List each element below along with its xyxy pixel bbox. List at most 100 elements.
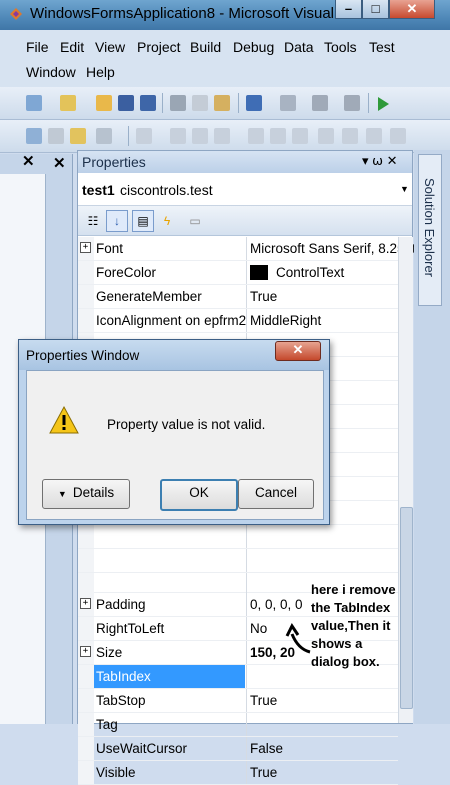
open-file-icon[interactable] bbox=[96, 95, 112, 111]
property-value[interactable]: 0, 0, 0, 0 bbox=[250, 597, 303, 612]
color-value-text: ControlText bbox=[276, 265, 345, 280]
property-value[interactable]: Microsoft Sans Serif, 8.25pt bbox=[250, 241, 416, 256]
lock-controls-icon[interactable] bbox=[390, 128, 406, 144]
horizontal-spacing-icon[interactable] bbox=[170, 128, 186, 144]
property-value[interactable]: True bbox=[250, 289, 277, 304]
menu-tools[interactable]: Tools bbox=[324, 39, 357, 55]
menu-data[interactable]: Data bbox=[284, 39, 314, 55]
toolbar-separator bbox=[238, 93, 239, 113]
menu-window[interactable]: Window bbox=[26, 64, 76, 80]
navigate-back-icon[interactable] bbox=[312, 95, 328, 111]
navigate-forward-icon[interactable] bbox=[344, 95, 360, 111]
expand-icon[interactable]: + bbox=[80, 242, 91, 253]
property-name: RightToLeft bbox=[96, 621, 165, 636]
dialog-message: Property value is not valid. bbox=[107, 417, 266, 432]
alphabetical-icon[interactable]: ↓ bbox=[106, 210, 128, 232]
menu-project[interactable]: Project bbox=[137, 39, 181, 55]
add-item-icon[interactable] bbox=[60, 95, 76, 111]
menu-build[interactable]: Build bbox=[190, 39, 221, 55]
bring-to-front-icon[interactable] bbox=[318, 128, 334, 144]
property-row[interactable]: GenerateMember True bbox=[78, 285, 398, 309]
visual-studio-icon bbox=[10, 8, 22, 20]
dialog-close-button[interactable]: ✕ bbox=[275, 341, 321, 361]
object-selector[interactable]: test1 ciscontrols.test ▼ bbox=[78, 175, 412, 206]
menu-help[interactable]: Help bbox=[86, 64, 115, 80]
minimize-button[interactable]: – bbox=[335, 0, 362, 19]
menu-debug[interactable]: Debug bbox=[233, 39, 274, 55]
menu-view[interactable]: View bbox=[95, 39, 125, 55]
align-rights-icon[interactable] bbox=[96, 128, 112, 144]
property-row[interactable]: ForeColor ControlText bbox=[78, 261, 398, 285]
pin-icon[interactable]: ▾ ⍵ ✕ bbox=[362, 153, 398, 169]
property-value[interactable]: True bbox=[250, 693, 277, 708]
property-value[interactable]: No bbox=[250, 621, 267, 636]
property-row[interactable]: IconAlignment on epfrm2 MiddleRight bbox=[78, 309, 398, 333]
scrollbar-thumb[interactable] bbox=[400, 507, 413, 709]
maximize-button[interactable]: □ bbox=[362, 0, 389, 19]
annotation-note: here i remove the TabIndex value,Then it… bbox=[311, 582, 396, 669]
start-debugging-icon[interactable] bbox=[376, 96, 390, 112]
cancel-button[interactable]: Cancel bbox=[238, 479, 314, 509]
title-bar: WindowsFormsApplication8 - Microsoft Vis… bbox=[0, 0, 450, 30]
save-icon[interactable] bbox=[118, 95, 134, 111]
center-vertically-icon[interactable] bbox=[292, 128, 308, 144]
property-row[interactable] bbox=[78, 549, 398, 573]
tab-order-icon[interactable] bbox=[366, 128, 382, 144]
increase-spacing-icon[interactable] bbox=[192, 128, 208, 144]
paste-icon[interactable] bbox=[214, 95, 230, 111]
property-pages-icon[interactable]: ▭ bbox=[184, 210, 206, 232]
make-same-size-icon[interactable] bbox=[136, 128, 152, 144]
color-swatch bbox=[250, 265, 268, 280]
close-icon[interactable]: ✕ bbox=[22, 152, 35, 170]
center-horizontally-icon[interactable] bbox=[270, 128, 286, 144]
send-to-back-icon[interactable] bbox=[342, 128, 358, 144]
property-name: IconAlignment on epfrm2 bbox=[96, 313, 247, 328]
property-value[interactable]: ControlText bbox=[250, 265, 344, 280]
property-row[interactable]: + Font Microsoft Sans Serif, 8.25pt bbox=[78, 237, 416, 261]
decrease-spacing-icon[interactable] bbox=[214, 128, 230, 144]
align-to-grid-icon[interactable] bbox=[26, 128, 42, 144]
ok-button[interactable]: OK bbox=[160, 479, 238, 511]
solution-explorer-label: Solution Explorer bbox=[422, 178, 437, 277]
property-name: ForeColor bbox=[96, 265, 157, 280]
menu-file[interactable]: File bbox=[26, 39, 49, 55]
details-button[interactable]: ▼ Details bbox=[42, 479, 130, 509]
expand-icon[interactable]: + bbox=[80, 598, 91, 609]
details-label: Details bbox=[72, 485, 115, 500]
object-name: test1 bbox=[82, 182, 115, 198]
chevron-down-icon[interactable]: ▼ bbox=[400, 184, 409, 194]
close-icon[interactable]: ✕ bbox=[53, 154, 66, 172]
menu-bar: File Edit View Project Build Debug Data … bbox=[0, 30, 450, 90]
property-value[interactable]: MiddleRight bbox=[250, 313, 321, 328]
undo-icon[interactable] bbox=[246, 95, 262, 111]
property-row[interactable] bbox=[78, 525, 398, 549]
property-value[interactable]: False bbox=[250, 741, 283, 756]
solution-explorer-strip: Solution Explorer bbox=[414, 150, 450, 724]
property-name: TabStop bbox=[96, 693, 146, 708]
categorized-icon[interactable]: ☷ bbox=[82, 210, 104, 232]
property-name: UseWaitCursor bbox=[96, 741, 188, 756]
new-project-icon[interactable] bbox=[26, 95, 42, 111]
property-value[interactable]: True bbox=[250, 765, 277, 780]
property-row[interactable]: Tag bbox=[78, 713, 398, 737]
redo-icon[interactable] bbox=[280, 95, 296, 111]
vertical-spacing-icon[interactable] bbox=[248, 128, 264, 144]
cut-icon[interactable] bbox=[170, 95, 186, 111]
save-all-icon[interactable] bbox=[140, 95, 156, 111]
menu-test[interactable]: Test bbox=[369, 39, 395, 55]
menu-edit[interactable]: Edit bbox=[60, 39, 84, 55]
object-type: ciscontrols.test bbox=[120, 182, 213, 198]
align-lefts-icon[interactable] bbox=[48, 128, 64, 144]
align-centers-icon[interactable] bbox=[70, 128, 86, 144]
events-lightning-icon[interactable]: ϟ bbox=[156, 210, 178, 232]
dialog-title-bar: Properties Window ✕ bbox=[19, 340, 329, 370]
property-row[interactable]: TabStop True bbox=[78, 689, 398, 713]
property-row[interactable]: Visible True bbox=[78, 761, 398, 785]
copy-icon[interactable] bbox=[192, 95, 208, 111]
chevron-down-icon: ▼ bbox=[57, 489, 67, 499]
close-window-button[interactable]: ✕ bbox=[389, 0, 435, 19]
property-row[interactable]: UseWaitCursor False bbox=[78, 737, 398, 761]
annotation-arrow-icon bbox=[285, 623, 311, 654]
expand-icon[interactable]: + bbox=[80, 646, 91, 657]
properties-view-icon[interactable]: ▤ bbox=[132, 210, 154, 232]
